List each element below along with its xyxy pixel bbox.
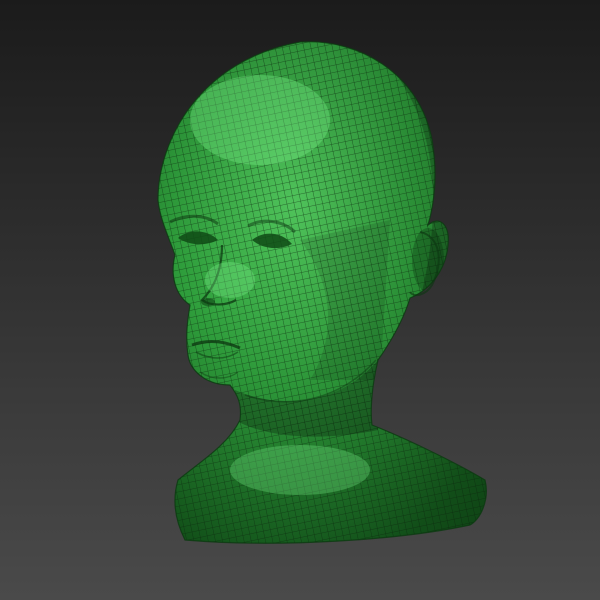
3d-viewport[interactable] [0, 0, 600, 600]
head-sculpt-render [0, 0, 600, 600]
